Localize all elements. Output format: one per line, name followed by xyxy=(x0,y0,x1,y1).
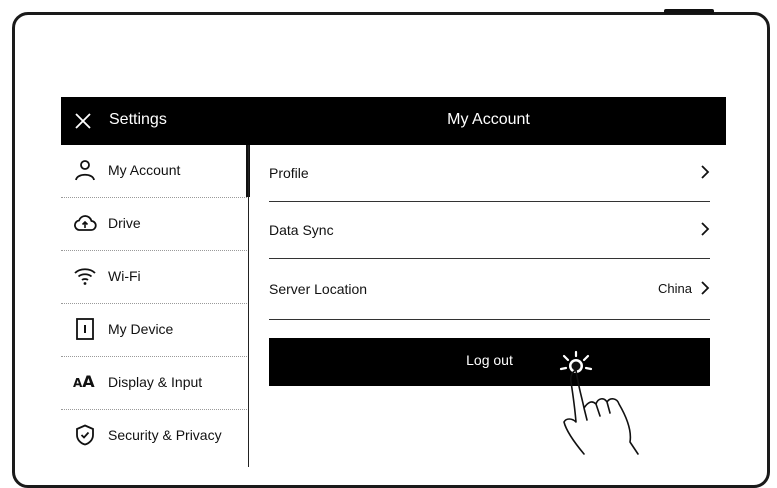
close-icon[interactable] xyxy=(73,111,93,131)
chevron-right-icon xyxy=(701,165,710,179)
sidebar-item-label: My Account xyxy=(108,162,181,178)
user-icon xyxy=(75,160,95,181)
data-sync-label: Data Sync xyxy=(269,222,334,238)
sidebar-item-security-privacy[interactable]: Security & Privacy xyxy=(61,410,249,463)
sidebar-item-my-device[interactable]: My Device xyxy=(61,304,249,357)
profile-row[interactable]: Profile xyxy=(269,145,710,201)
sidebar: My Account Drive Wi-Fi My Device AA Disp… xyxy=(61,145,250,467)
text-size-icon: AA xyxy=(73,372,95,391)
top-bar: Settings My Account xyxy=(61,97,726,145)
server-location-row[interactable]: Server Location China xyxy=(269,259,710,319)
divider xyxy=(269,319,710,320)
chevron-right-icon xyxy=(701,281,710,295)
shield-icon xyxy=(76,424,94,446)
data-sync-row[interactable]: Data Sync xyxy=(269,202,710,258)
sidebar-item-my-account[interactable]: My Account xyxy=(61,145,250,198)
power-button xyxy=(664,9,714,14)
sidebar-item-label: Drive xyxy=(108,215,141,231)
server-location-label: Server Location xyxy=(269,281,368,297)
sidebar-item-display-input[interactable]: AA Display & Input xyxy=(61,357,249,410)
tap-gesture-icon xyxy=(559,350,639,455)
sidebar-item-wifi[interactable]: Wi-Fi xyxy=(61,251,249,304)
profile-label: Profile xyxy=(269,165,309,181)
sidebar-item-drive[interactable]: Drive xyxy=(61,198,249,251)
cloud-icon xyxy=(74,215,97,231)
device-icon xyxy=(76,318,94,340)
sidebar-item-label: My Device xyxy=(108,321,174,337)
page-title: My Account xyxy=(447,111,530,128)
sidebar-item-label: Wi-Fi xyxy=(108,268,141,284)
server-location-value: China xyxy=(658,281,692,296)
sidebar-item-label: Security & Privacy xyxy=(108,427,222,443)
wifi-icon xyxy=(74,268,96,285)
chevron-right-icon xyxy=(701,222,710,236)
sidebar-item-label: Display & Input xyxy=(108,374,203,390)
settings-title: Settings xyxy=(109,111,167,128)
